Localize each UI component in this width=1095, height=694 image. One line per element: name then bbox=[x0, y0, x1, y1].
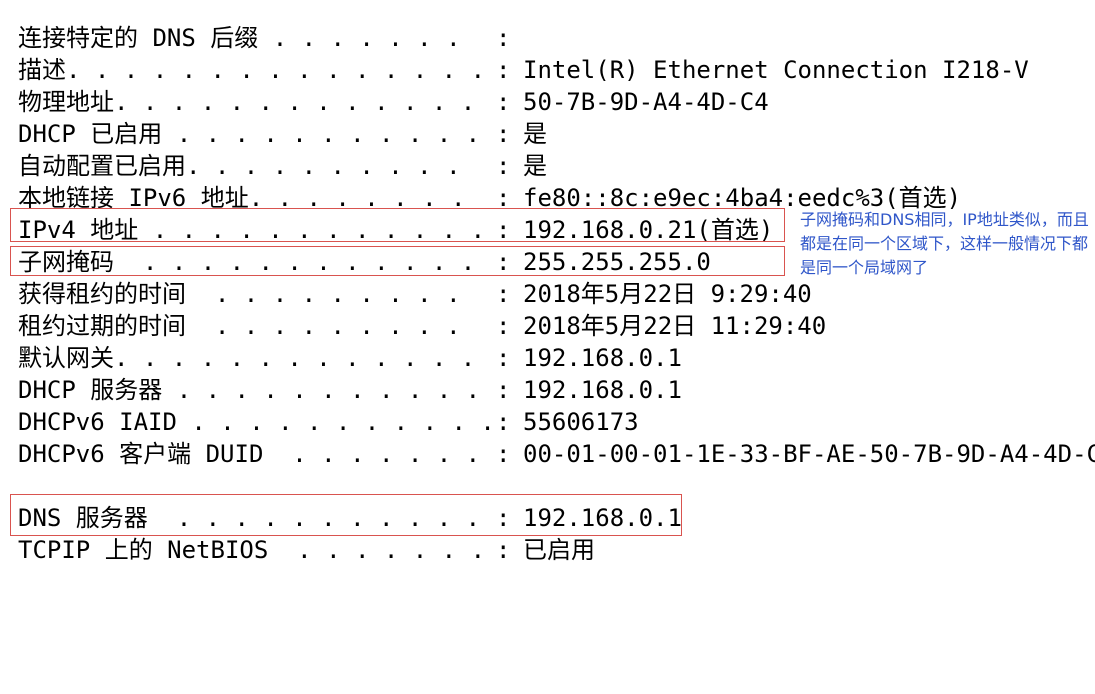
highlight-box-dns-server bbox=[10, 494, 682, 536]
row-label: 自动配置已启用. . . . . . . . . . bbox=[18, 152, 461, 180]
config-row-dns-suffix: 连接特定的 DNS 后缀 . . . . . . . : bbox=[18, 22, 1095, 54]
row-label: 物理地址. . . . . . . . . . . . . bbox=[18, 88, 476, 116]
row-value: 192.168.0.1 bbox=[523, 376, 682, 404]
config-row-dhcpv6-duid: DHCPv6 客户端 DUID . . . . . . . : 00-01-00… bbox=[18, 438, 1095, 470]
highlight-box-ipv4 bbox=[10, 208, 785, 242]
row-value: 00-01-00-01-1E-33-BF-AE-50-7B-9D-A4-4D-C… bbox=[523, 440, 1095, 468]
row-label: 连接特定的 DNS 后缀 . . . . . . . bbox=[18, 24, 461, 52]
config-row-physical-address: 物理地址. . . . . . . . . . . . . : 50-7B-9D… bbox=[18, 86, 1095, 118]
row-label: DHCPv6 IAID . . . . . . . . . . . bbox=[18, 408, 495, 436]
row-label: DHCP 已启用 . . . . . . . . . . . bbox=[18, 120, 481, 148]
config-row-dhcpv6-iaid: DHCPv6 IAID . . . . . . . . . . . : 5560… bbox=[18, 406, 1095, 438]
config-row-lease-obtained: 获得租约的时间 . . . . . . . . . : 2018年5月22日 9… bbox=[18, 278, 1095, 310]
row-label: DHCP 服务器 . . . . . . . . . . . bbox=[18, 376, 481, 404]
config-row-dhcp-server: DHCP 服务器 . . . . . . . . . . . : 192.168… bbox=[18, 374, 1095, 406]
row-colon: : bbox=[496, 440, 511, 468]
row-colon: : bbox=[496, 88, 511, 116]
annotation-note: 子网掩码和DNS相同，IP地址类似，而且都是在同一个区域下，这样一般情况下都是同… bbox=[800, 210, 1089, 277]
row-colon: : bbox=[496, 376, 511, 404]
row-value: 是 bbox=[523, 152, 547, 180]
row-colon: : bbox=[496, 120, 511, 148]
row-colon: : bbox=[496, 152, 511, 180]
config-row-default-gateway: 默认网关. . . . . . . . . . . . . : 192.168.… bbox=[18, 342, 1095, 374]
highlight-box-subnet-mask bbox=[10, 246, 785, 276]
row-colon: : bbox=[496, 312, 511, 340]
row-value: 55606173 bbox=[523, 408, 639, 436]
row-label: 描述. . . . . . . . . . . . . . . bbox=[18, 56, 486, 84]
row-label: 租约过期的时间 . . . . . . . . . bbox=[18, 312, 461, 340]
row-colon: : bbox=[496, 408, 511, 436]
row-colon: : bbox=[496, 56, 511, 84]
row-value: 2018年5月22日 9:29:40 bbox=[523, 280, 812, 308]
config-row-netbios: TCPIP 上的 NetBIOS . . . . . . . : 已启用 bbox=[18, 534, 1095, 566]
row-label: TCPIP 上的 NetBIOS . . . . . . . bbox=[18, 536, 486, 564]
row-colon: : bbox=[496, 536, 511, 564]
config-row-autoconfig-enabled: 自动配置已启用. . . . . . . . . . : 是 bbox=[18, 150, 1095, 182]
row-value: 2018年5月22日 11:29:40 bbox=[523, 312, 827, 340]
config-row-dhcp-enabled: DHCP 已启用 . . . . . . . . . . . : 是 bbox=[18, 118, 1095, 150]
row-value: Intel(R) Ethernet Connection I218-V bbox=[523, 56, 1029, 84]
row-colon: : bbox=[496, 344, 511, 372]
row-label: DHCPv6 客户端 DUID . . . . . . . bbox=[18, 440, 481, 468]
row-value: 是 bbox=[523, 120, 547, 148]
row-value: 50-7B-9D-A4-4D-C4 bbox=[523, 88, 769, 116]
row-colon: : bbox=[496, 24, 511, 52]
row-value: 192.168.0.1 bbox=[523, 344, 682, 372]
row-label: 默认网关. . . . . . . . . . . . . bbox=[18, 344, 476, 372]
row-label: 获得租约的时间 . . . . . . . . . bbox=[18, 280, 461, 308]
config-row-description: 描述. . . . . . . . . . . . . . . : Intel(… bbox=[18, 54, 1095, 86]
config-row-lease-expires: 租约过期的时间 . . . . . . . . . : 2018年5月22日 1… bbox=[18, 310, 1095, 342]
row-colon: : bbox=[496, 280, 511, 308]
row-value: 已启用 bbox=[523, 536, 595, 564]
